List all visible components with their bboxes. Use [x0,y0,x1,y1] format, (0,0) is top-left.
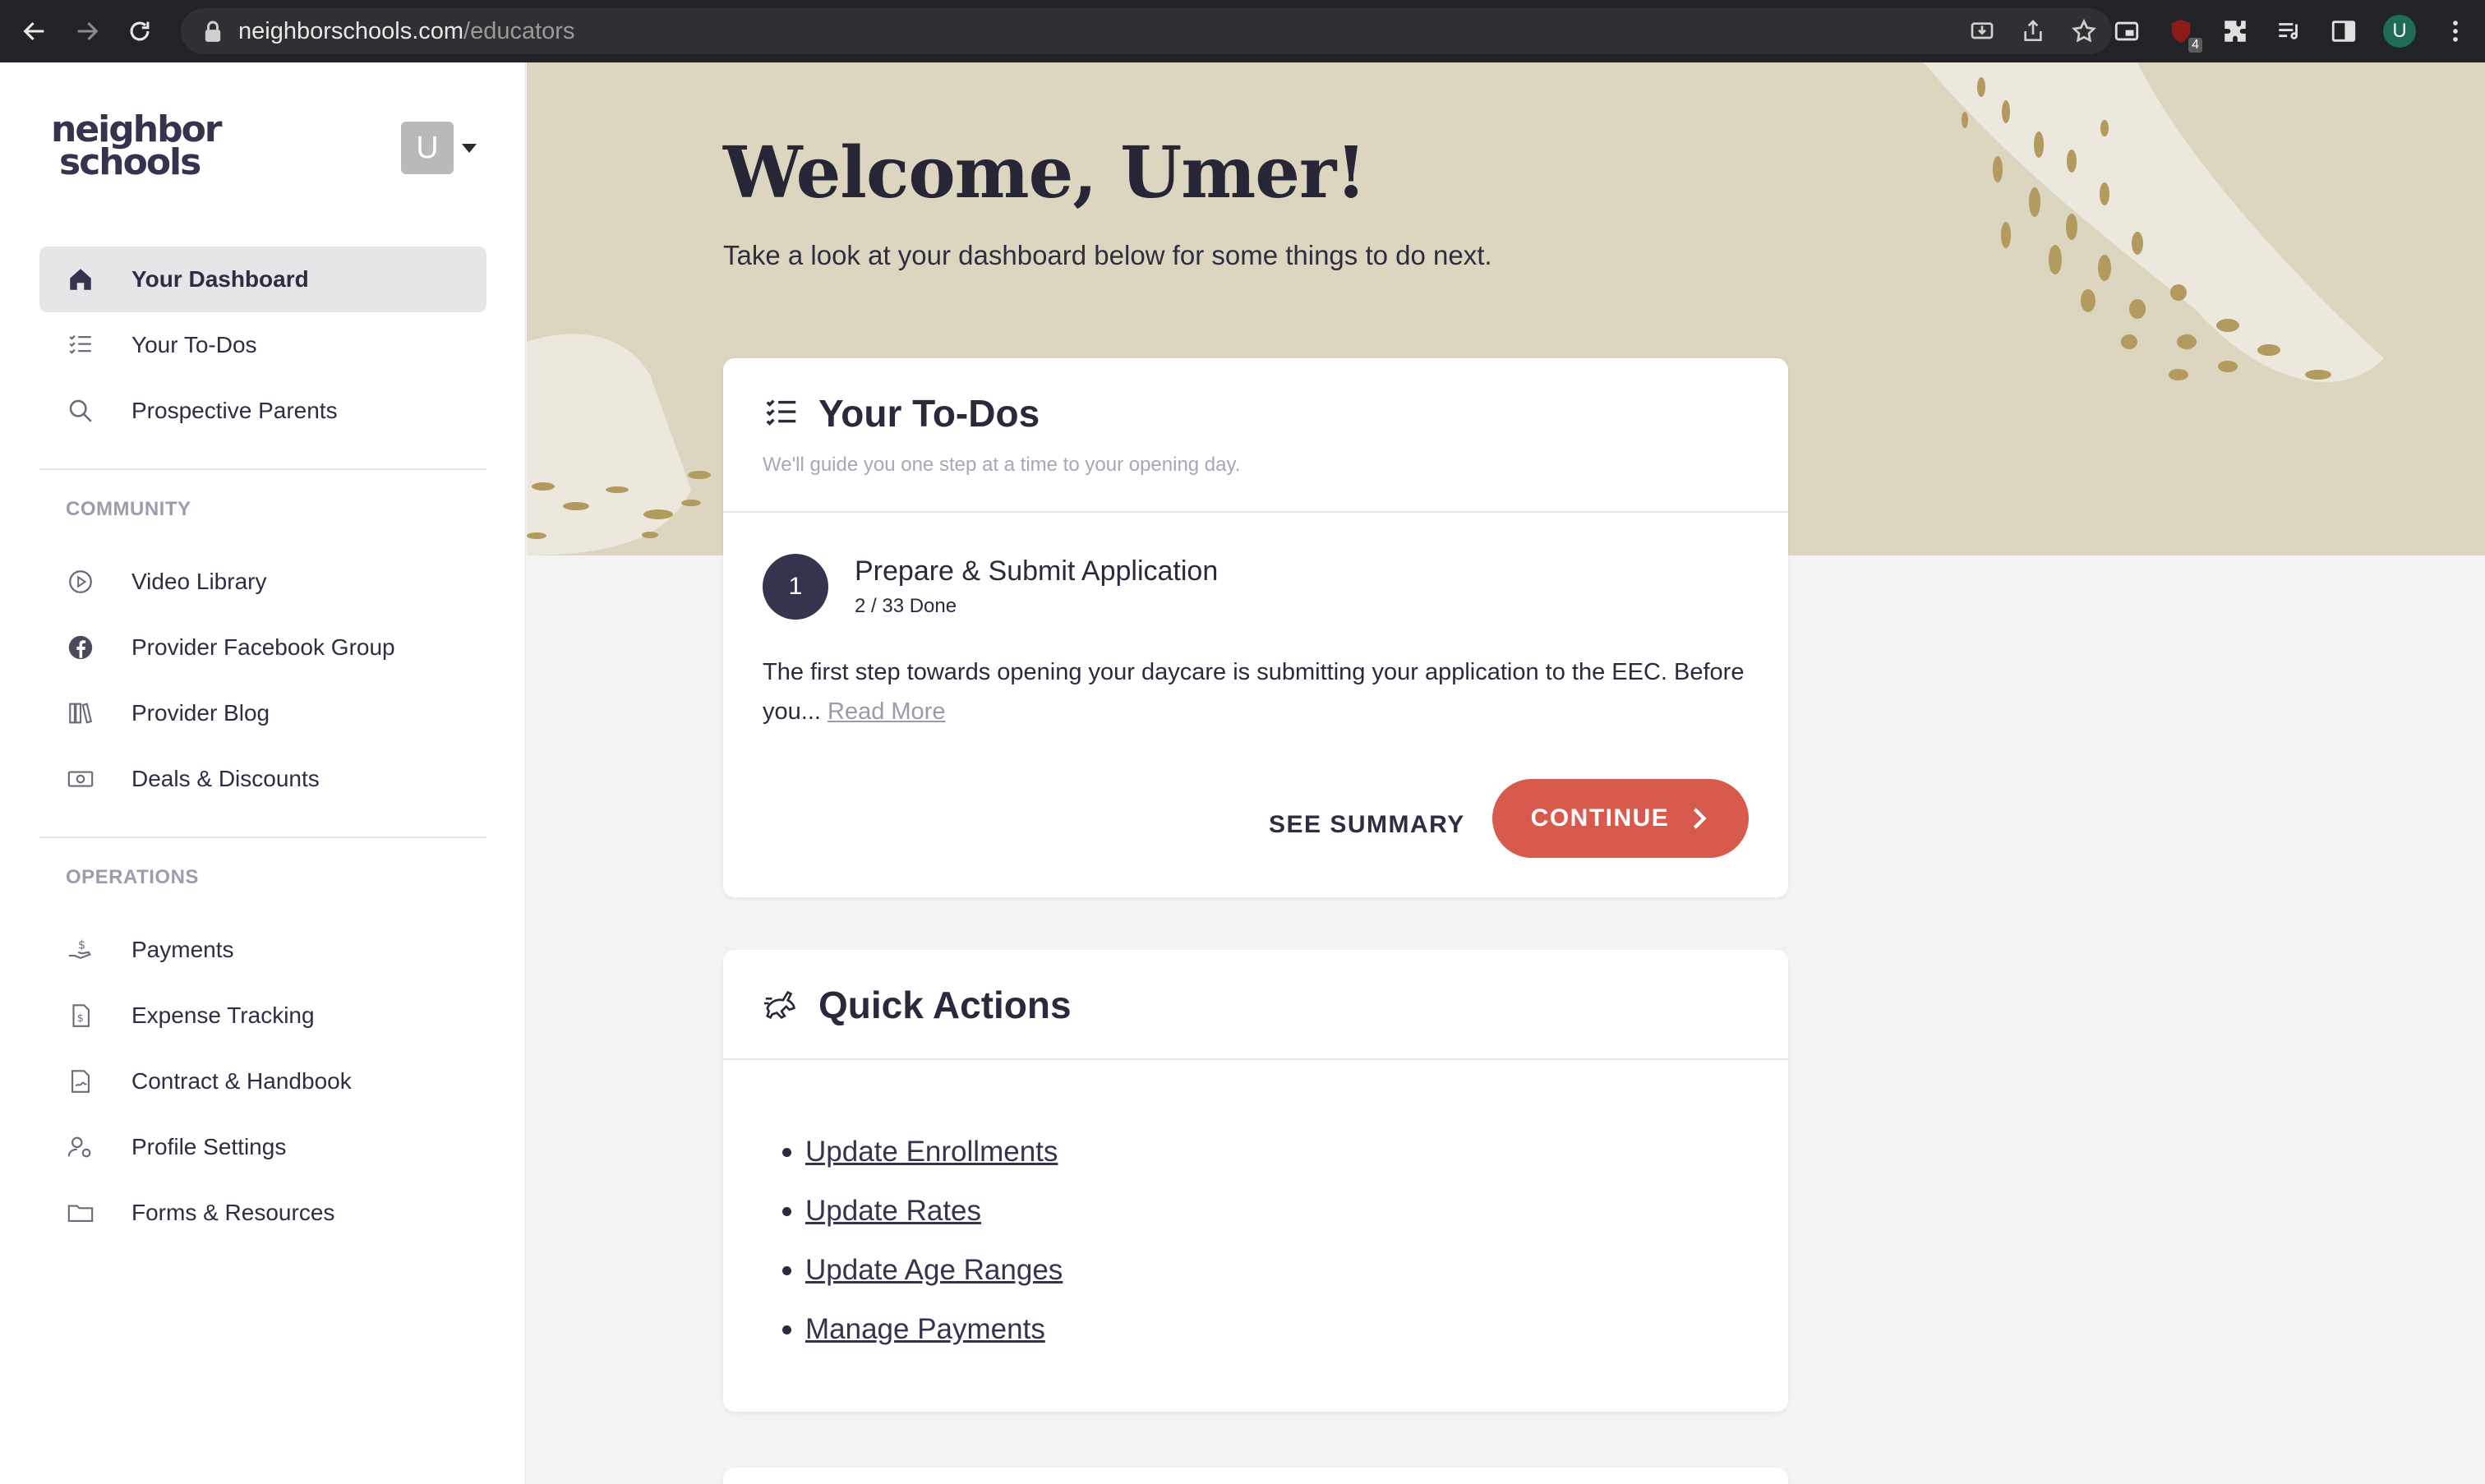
step-number-badge: 1 [763,554,828,620]
lock-icon [205,21,221,42]
card-divider [723,1058,1788,1060]
page-title: Welcome, Umer! [723,131,1367,214]
user-gear-icon [66,1132,95,1162]
back-arrow-icon [23,21,44,41]
list-item: Update Age Ranges [781,1241,1063,1300]
todos-subtitle: We'll guide you one step at a time to yo… [763,454,1241,476]
sidebar-item-provider-blog[interactable]: Provider Blog [39,680,486,746]
books-icon [66,698,95,728]
todos-title: Your To-Dos [818,392,1040,435]
section-label-operations: OPERATIONS [66,866,199,888]
see-summary-button[interactable]: SEE SUMMARY [1269,802,1465,848]
back-button[interactable] [12,8,58,54]
share-icon[interactable] [2020,18,2046,44]
card-divider [723,511,1788,513]
receipt-icon: $ [66,1001,95,1030]
forward-arrow-icon [77,21,99,41]
sidebar-divider [39,468,486,470]
checklist-icon [766,399,796,426]
search-icon [66,396,95,426]
folder-icon [66,1198,95,1228]
picture-in-picture-icon[interactable] [2112,16,2142,46]
svg-text:$: $ [77,1012,84,1025]
url-text: neighborschools.com/educators [238,17,575,44]
svg-text:$: $ [78,939,85,952]
install-app-icon[interactable] [1969,18,1995,44]
running-rabbit-icon [763,990,795,1020]
todos-card: Your To-Dos We'll guide you one step at … [723,358,1788,897]
caret-down-icon [462,143,477,153]
page-subtitle: Take a look at your dashboard below for … [723,240,1492,270]
sidebar-item-deals-discounts[interactable]: Deals & Discounts [39,746,486,812]
play-circle-icon [66,567,95,597]
sidebar-item-video-library[interactable]: Video Library [39,549,486,615]
quick-actions-title: Quick Actions [818,984,1072,1026]
hand-dollar-icon: $ [66,935,95,965]
update-enrollments-link[interactable]: Update Enrollments [805,1136,1058,1168]
sidebar-item-facebook-group[interactable]: Provider Facebook Group [39,615,486,680]
bookmark-star-icon[interactable] [2071,18,2097,44]
list-item: Manage Payments [781,1300,1063,1359]
list-item: Update Enrollments [781,1122,1063,1182]
sidebar-item-todos[interactable]: Your To-Dos [39,312,486,378]
sidebar-item-forms-resources[interactable]: Forms & Resources [39,1180,486,1246]
browser-menu-kebab-icon[interactable] [2441,16,2470,46]
browser-toolbar: neighborschools.com/educators 4 U [0,0,2485,62]
address-bar[interactable]: neighborschools.com/educators [181,8,2112,54]
sidebar-item-prospective-parents[interactable]: Prospective Parents [39,378,486,444]
extension-badge: 4 [2188,38,2202,53]
manage-payments-link[interactable]: Manage Payments [805,1313,1045,1346]
chevron-right-icon [1694,808,1707,829]
ublock-extension-icon[interactable]: 4 [2166,16,2202,53]
sidebar-item-payments[interactable]: $ Payments [39,917,486,983]
reload-button[interactable] [117,8,163,54]
next-card-partial [723,1468,1788,1484]
neighbor-schools-logo[interactable]: neighbor schools [51,112,223,192]
checklist-icon [66,330,95,360]
step-title: Prepare & Submit Application [855,555,1219,587]
forward-button[interactable] [64,8,110,54]
quick-actions-card: Quick Actions Update Enrollments Update … [723,950,1788,1412]
extensions-puzzle-icon[interactable] [2220,16,2250,46]
update-age-ranges-link[interactable]: Update Age Ranges [805,1254,1063,1287]
quick-actions-list: Update Enrollments Update Rates Update A… [781,1122,1063,1359]
browser-profile-avatar[interactable]: U [2383,15,2416,48]
step-description: The first step towards opening your dayc… [763,659,1745,725]
cash-icon [66,764,95,794]
sidebar-item-dashboard[interactable]: Your Dashboard [39,247,486,312]
continue-button[interactable]: CONTINUE [1492,779,1749,858]
media-queue-icon[interactable] [2275,16,2304,46]
user-menu-dropdown[interactable]: U [401,122,477,174]
update-rates-link[interactable]: Update Rates [805,1195,981,1228]
sidebar-item-expense-tracking[interactable]: $ Expense Tracking [39,983,486,1048]
side-panel-icon[interactable] [2329,16,2358,46]
sidebar-item-profile-settings[interactable]: Profile Settings [39,1114,486,1180]
facebook-icon [66,633,95,662]
sidebar: neighbor schools U Your Dashboard Your T… [0,62,526,1484]
step-progress: 2 / 33 Done [855,595,957,617]
sidebar-item-contract-handbook[interactable]: Contract & Handbook [39,1048,486,1114]
section-label-community: COMMUNITY [66,498,191,520]
reload-icon [130,21,150,41]
document-sign-icon [66,1067,95,1096]
read-more-link[interactable]: Read More [828,698,945,725]
sidebar-divider [39,836,486,838]
home-icon [66,265,95,294]
list-item: Update Rates [781,1182,1063,1241]
avatar: U [401,122,454,174]
